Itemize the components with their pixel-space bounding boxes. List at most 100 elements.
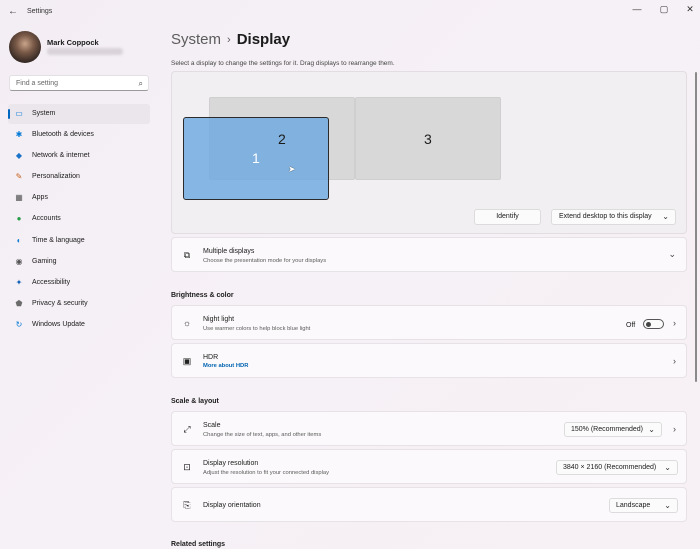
more-about-hdr-link[interactable]: More about HDR bbox=[203, 363, 248, 369]
sidebar-item-label: Accounts bbox=[32, 215, 61, 223]
night-light-state: Off bbox=[626, 322, 636, 329]
sidebar-item-accounts[interactable]: ● Accounts bbox=[8, 209, 150, 229]
orientation-value: Landscape bbox=[616, 502, 651, 509]
mouse-cursor-icon: ➤ bbox=[288, 164, 296, 174]
orientation-title: Display orientation bbox=[203, 502, 261, 509]
sidebar-nav: ▭ System ✱ Bluetooth & devices ◆ Network & in… bbox=[8, 104, 150, 336]
chevron-down-icon: ⌄ bbox=[648, 425, 655, 434]
resolution-dropdown[interactable]: 3840 × 2160 (Recommended) ⌄ bbox=[556, 460, 678, 475]
sidebar-icon: ◆ bbox=[15, 151, 23, 161]
resolution-value: 3840 × 2160 (Recommended) bbox=[563, 464, 657, 471]
toggle-knob bbox=[646, 322, 651, 327]
scale-dropdown[interactable]: 150% (Recommended) ⌄ bbox=[564, 422, 662, 437]
multiple-displays-subtitle: Choose the presentation mode for your di… bbox=[203, 258, 327, 264]
monitor-2-number: 2 bbox=[278, 131, 286, 147]
sidebar-item-windows-update[interactable]: ↻ Windows Update bbox=[8, 315, 150, 335]
identify-button[interactable]: Identify bbox=[474, 209, 541, 225]
maximize-icon[interactable]: ▢ bbox=[657, 3, 671, 15]
monitor-3-number: 3 bbox=[424, 131, 432, 147]
sidebar-item-time-language[interactable]: ◐ Time & language bbox=[8, 231, 150, 251]
night-light-subtitle: Use warmer colors to help block blue lig… bbox=[203, 326, 311, 332]
sidebar-item-label: Windows Update bbox=[32, 320, 85, 328]
back-arrow-icon[interactable]: ← bbox=[6, 6, 20, 18]
multiple-displays-card[interactable]: ⧉ Multiple displays Choose the presentat… bbox=[171, 237, 687, 272]
sidebar-item-label: System bbox=[32, 110, 56, 117]
sidebar-item-accessibility[interactable]: ✦ Accessibility bbox=[8, 273, 150, 293]
search-placeholder: Find a setting bbox=[16, 80, 59, 87]
display-arrangement-panel: 2 3 1 ➤ Identify Extend desktop to this … bbox=[171, 71, 687, 234]
search-icon[interactable]: ⌕ bbox=[139, 79, 143, 88]
sidebar-icon: ◐ bbox=[16, 235, 22, 245]
breadcrumb-separator: › bbox=[227, 34, 231, 46]
breadcrumb-parent[interactable]: System bbox=[171, 31, 221, 48]
resolution-icon: ⊡ bbox=[183, 462, 191, 472]
night-light-card[interactable]: ☼ Night light Use warmer colors to help … bbox=[171, 305, 687, 340]
avatar[interactable] bbox=[9, 31, 41, 63]
night-light-title: Night light bbox=[203, 316, 235, 323]
multiple-displays-icon: ⧉ bbox=[183, 250, 191, 260]
monitor-1-number: 1 bbox=[252, 150, 260, 166]
sidebar-item-network-internet[interactable]: ◆ Network & internet bbox=[8, 146, 150, 166]
sidebar-item-bluetooth-devices[interactable]: ✱ Bluetooth & devices bbox=[8, 125, 150, 145]
scale-title: Scale bbox=[203, 422, 221, 429]
page-title: Display bbox=[236, 31, 291, 48]
user-email-blurred bbox=[47, 48, 123, 55]
sidebar-item-label: Bluetooth & devices bbox=[32, 131, 94, 139]
sidebar-icon: ▦ bbox=[15, 193, 23, 203]
scrollbar[interactable] bbox=[695, 72, 697, 382]
resolution-title: Display resolution bbox=[203, 460, 259, 467]
section-scale-layout: Scale & layout bbox=[171, 398, 219, 405]
sidebar-icon: ◉ bbox=[15, 256, 23, 266]
scale-card[interactable]: ⤢ Scale Change the size of text, apps, a… bbox=[171, 411, 687, 446]
title-bar: ← Settings — ▢ ✕ bbox=[0, 0, 700, 24]
scale-icon: ⤢ bbox=[183, 424, 191, 434]
chevron-right-icon[interactable]: › bbox=[673, 424, 676, 434]
sidebar-item-system[interactable]: ▭ System bbox=[8, 104, 150, 124]
hdr-card[interactable]: ▣ HDR More about HDR › bbox=[171, 343, 687, 378]
sidebar-item-label: Privacy & security bbox=[32, 299, 88, 307]
display-resolution-card: ⊡ Display resolution Adjust the resoluti… bbox=[171, 449, 687, 484]
scale-subtitle: Change the size of text, apps, and other… bbox=[203, 432, 322, 438]
chevron-right-icon[interactable]: › bbox=[673, 356, 676, 366]
sidebar-item-label: Gaming bbox=[32, 257, 57, 265]
chevron-down-icon: ⌄ bbox=[664, 501, 671, 510]
sun-icon: ☼ bbox=[182, 318, 192, 328]
multiple-displays-title: Multiple displays bbox=[203, 248, 255, 255]
section-related-settings: Related settings bbox=[171, 541, 226, 548]
sidebar-icon: ▭ bbox=[15, 109, 23, 118]
sidebar-icon: ✦ bbox=[15, 277, 23, 287]
resolution-subtitle: Adjust the resolution to fit your connec… bbox=[203, 470, 329, 476]
sidebar-icon: ✎ bbox=[15, 172, 23, 182]
sidebar-icon: ⬟ bbox=[15, 298, 23, 308]
chevron-down-icon[interactable]: ⌄ bbox=[668, 249, 676, 260]
sidebar-item-label: Personalization bbox=[32, 173, 80, 181]
minimize-icon[interactable]: — bbox=[630, 3, 644, 15]
app-title: Settings bbox=[27, 8, 53, 15]
sidebar-item-label: Network & internet bbox=[32, 152, 90, 160]
sidebar-item-apps[interactable]: ▦ Apps bbox=[8, 188, 150, 208]
sidebar-item-label: Time & language bbox=[32, 236, 85, 244]
chevron-right-icon[interactable]: › bbox=[673, 318, 676, 328]
display-instruction: Select a display to change the settings … bbox=[171, 60, 395, 67]
search-input[interactable]: Find a setting ⌕ bbox=[9, 75, 149, 91]
extend-desktop-dropdown[interactable]: Extend desktop to this display ⌄ bbox=[551, 209, 676, 225]
breadcrumb: System › Display bbox=[171, 31, 290, 48]
orientation-dropdown[interactable]: Landscape ⌄ bbox=[609, 498, 678, 513]
night-light-toggle[interactable] bbox=[643, 319, 664, 329]
sidebar-icon: ● bbox=[16, 214, 22, 224]
chevron-down-icon: ⌄ bbox=[662, 212, 669, 221]
hdr-title: HDR bbox=[203, 354, 219, 361]
section-brightness-color: Brightness & color bbox=[171, 292, 234, 299]
sidebar-item-label: Apps bbox=[32, 194, 48, 202]
display-orientation-card: ⎘ Display orientation Landscape ⌄ bbox=[171, 487, 687, 522]
extend-desktop-label: Extend desktop to this display bbox=[559, 213, 652, 220]
sidebar-icon: ↻ bbox=[15, 319, 23, 329]
scale-value: 150% (Recommended) bbox=[571, 426, 643, 433]
close-icon[interactable]: ✕ bbox=[683, 3, 697, 15]
sidebar-item-gaming[interactable]: ◉ Gaming bbox=[8, 252, 150, 272]
sidebar-item-privacy-security[interactable]: ⬟ Privacy & security bbox=[8, 294, 150, 314]
user-name: Mark Coppock bbox=[47, 38, 99, 47]
orientation-icon: ⎘ bbox=[183, 500, 191, 510]
sidebar-item-personalization[interactable]: ✎ Personalization bbox=[8, 167, 150, 187]
chevron-down-icon: ⌄ bbox=[664, 463, 671, 472]
